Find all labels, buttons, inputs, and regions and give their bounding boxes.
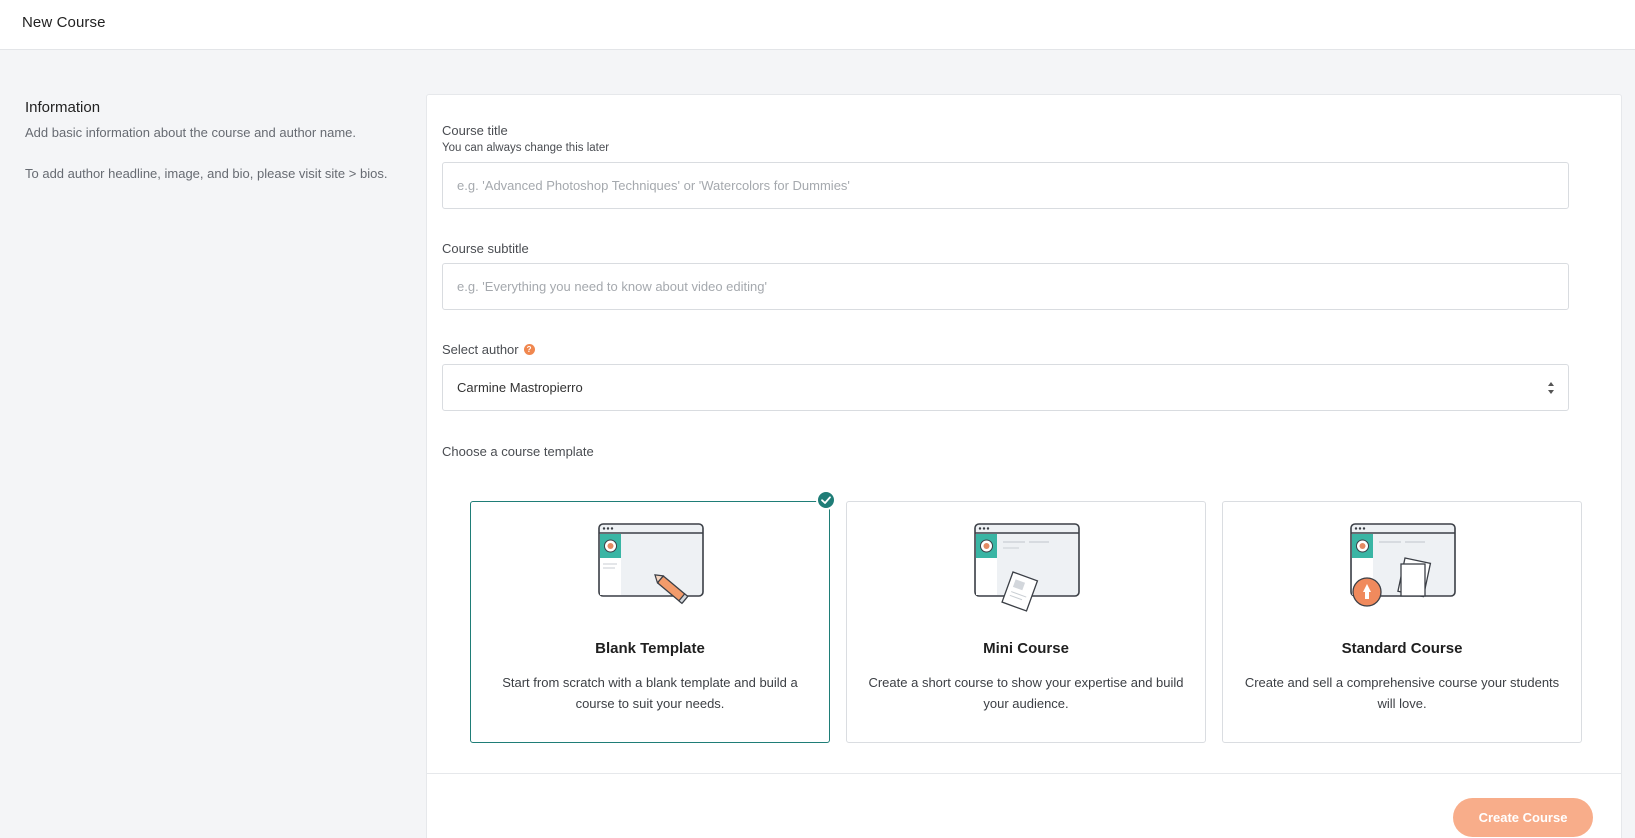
- page-title: New Course: [22, 14, 106, 31]
- info-panel: Information Add basic information about …: [25, 99, 395, 184]
- blank-template-illustration-icon: [598, 523, 704, 605]
- top-bar: New Course: [0, 0, 1635, 50]
- template-description: Create a short course to show your exper…: [868, 675, 1184, 711]
- course-title-input[interactable]: [442, 162, 1569, 209]
- template-title: Mini Course: [983, 640, 1069, 657]
- template-description: Create and sell a comprehensive course y…: [1244, 675, 1560, 711]
- standard-course-illustration-icon: [1350, 523, 1456, 607]
- footer-divider: [427, 773, 1621, 774]
- help-icon[interactable]: ?: [523, 344, 535, 356]
- template-description: Start from scratch with a blank template…: [502, 675, 798, 711]
- course-title-hint: You can always change this later: [442, 142, 610, 154]
- template-mini-course[interactable]: Mini Course Create a short course to sho…: [846, 501, 1206, 743]
- course-title-label: Course title: [442, 123, 508, 138]
- template-blank[interactable]: Blank Template Start from scratch with a…: [470, 501, 830, 743]
- select-arrows-icon: [1548, 382, 1554, 394]
- create-course-button[interactable]: Create Course: [1453, 798, 1593, 837]
- template-title: Standard Course: [1341, 640, 1463, 657]
- select-author-label-text: Select author: [442, 342, 519, 357]
- author-select[interactable]: Carmine Mastropierro: [442, 364, 1569, 411]
- info-heading: Information: [25, 99, 101, 116]
- mini-course-illustration-icon: [974, 523, 1080, 612]
- template-standard-course[interactable]: Standard Course Create and sell a compre…: [1222, 501, 1582, 743]
- info-description: Add basic information about the course a…: [25, 125, 356, 140]
- info-note: To add author headline, image, and bio, …: [25, 166, 388, 181]
- author-select-value: Carmine Mastropierro: [457, 380, 583, 395]
- selected-check-icon: [816, 490, 836, 510]
- select-author-label: Select author?: [442, 342, 535, 357]
- course-subtitle-label: Course subtitle: [442, 241, 529, 256]
- course-subtitle-input[interactable]: [442, 263, 1569, 310]
- template-title: Blank Template: [595, 640, 705, 657]
- course-form-card: Course title You can always change this …: [426, 94, 1622, 838]
- template-section-label: Choose a course template: [442, 444, 594, 459]
